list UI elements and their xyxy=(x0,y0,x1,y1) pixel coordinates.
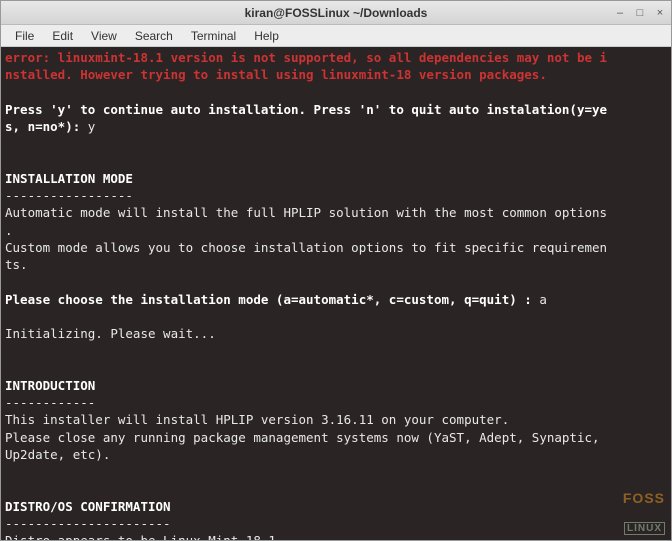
menu-file[interactable]: File xyxy=(7,27,42,45)
intro-line: Up2date, etc). xyxy=(5,447,110,462)
window-title: kiran@FOSSLinux ~/Downloads xyxy=(245,6,428,20)
user-input: a xyxy=(539,292,547,307)
mode-desc: Custom mode allows you to choose install… xyxy=(5,240,607,255)
prompt-continue: Press 'y' to continue auto installation.… xyxy=(5,102,607,117)
menu-view[interactable]: View xyxy=(83,27,125,45)
prompt-continue: s, n=no*): xyxy=(5,119,88,134)
mode-desc: ts. xyxy=(5,257,28,272)
menu-search[interactable]: Search xyxy=(127,27,181,45)
titlebar: kiran@FOSSLinux ~/Downloads – □ × xyxy=(1,1,671,25)
intro-line: Please close any running package managem… xyxy=(5,430,607,445)
minimize-icon[interactable]: – xyxy=(613,6,627,20)
section-header: INSTALLATION MODE xyxy=(5,171,133,186)
window-controls: – □ × xyxy=(613,6,667,20)
rule: ---------------------- xyxy=(5,516,171,531)
menu-help[interactable]: Help xyxy=(246,27,287,45)
status-line: Initializing. Please wait... xyxy=(5,326,216,341)
intro-line: This installer will install HPLIP versio… xyxy=(5,412,509,427)
user-input: y xyxy=(88,119,96,134)
watermark-linux: LINUX xyxy=(624,522,665,535)
error-line: nstalled. However trying to install usin… xyxy=(5,67,547,82)
rule: ----------------- xyxy=(5,188,133,203)
section-header: INTRODUCTION xyxy=(5,378,95,393)
error-line: error: linuxmint-18.1 version is not sup… xyxy=(5,50,607,65)
watermark-foss: FOSS xyxy=(616,491,665,505)
rule: ------------ xyxy=(5,395,95,410)
maximize-icon[interactable]: □ xyxy=(633,6,647,20)
mode-desc: Automatic mode will install the full HPL… xyxy=(5,205,607,220)
menu-edit[interactable]: Edit xyxy=(44,27,81,45)
watermark: FOSS LINUX xyxy=(616,463,665,534)
prompt-mode: Please choose the installation mode (a=a… xyxy=(5,292,539,307)
menu-terminal[interactable]: Terminal xyxy=(183,27,244,45)
mode-desc: . xyxy=(5,223,13,238)
distro-line: Distro appears to be Linux Mint 18.1. xyxy=(5,533,283,540)
close-icon[interactable]: × xyxy=(653,6,667,20)
terminal-output[interactable]: error: linuxmint-18.1 version is not sup… xyxy=(1,47,671,540)
section-header: DISTRO/OS CONFIRMATION xyxy=(5,499,171,514)
menubar: File Edit View Search Terminal Help xyxy=(1,25,671,47)
